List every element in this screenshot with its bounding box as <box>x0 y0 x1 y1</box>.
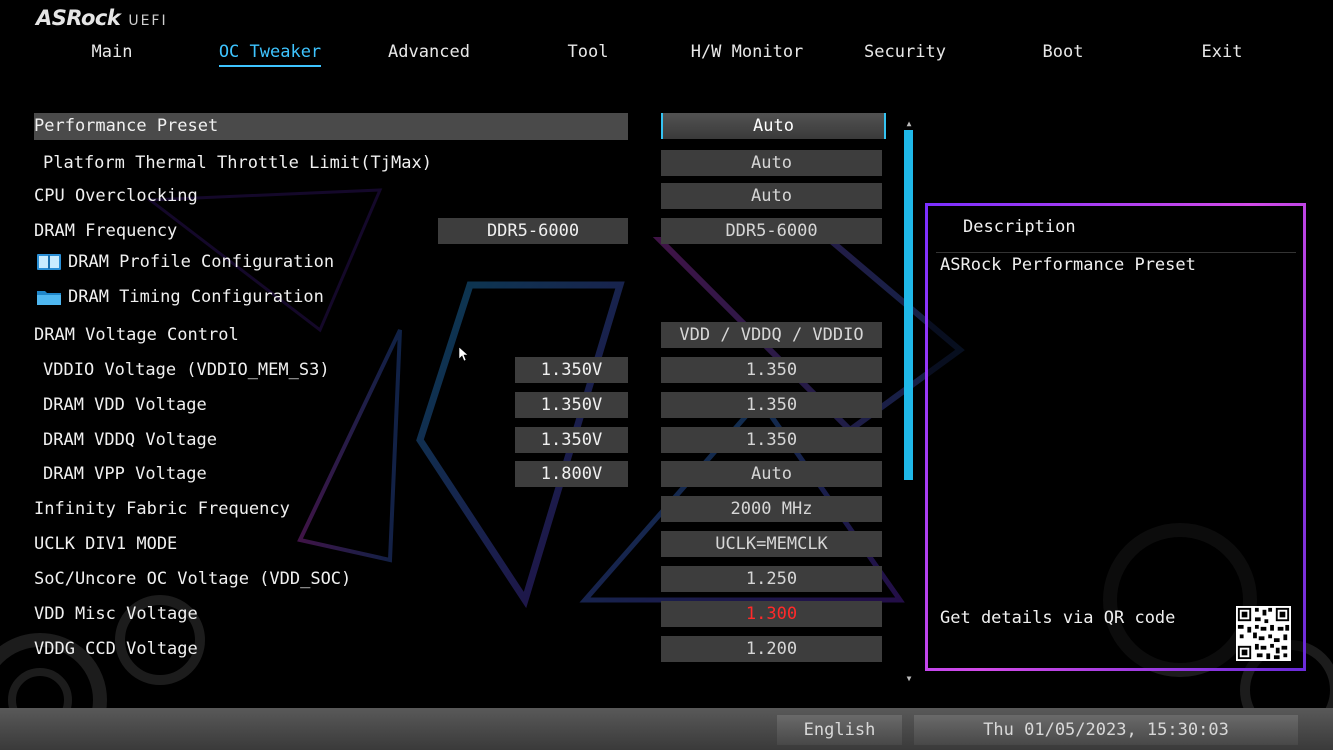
thermal-throttle-limit-value[interactable]: Auto <box>661 150 882 176</box>
dram-vdd-value[interactable]: 1.350 <box>661 392 882 418</box>
dram-vpp-value[interactable]: Auto <box>661 461 882 487</box>
submenu-label: DRAM Timing Configuration <box>68 287 324 307</box>
top-nav: Main OC Tweaker Advanced Tool H/W Monito… <box>0 42 1333 68</box>
setting-cpu-overclocking[interactable]: CPU Overclocking Auto <box>34 183 884 213</box>
mouse-cursor-icon <box>459 347 469 362</box>
setting-label: DRAM Voltage Control <box>34 325 239 345</box>
tab-security[interactable]: Security <box>826 42 984 62</box>
setting-soc-voltage[interactable]: SoC/Uncore OC Voltage (VDD_SOC) 1.250 <box>34 566 884 596</box>
setting-label: Performance Preset <box>34 116 219 136</box>
submenu-dram-timing-configuration[interactable]: DRAM Timing Configuration <box>36 283 324 311</box>
tab-main[interactable]: Main <box>33 42 191 62</box>
setting-label: Platform Thermal Throttle Limit(TjMax) <box>43 153 432 173</box>
book-icon <box>37 254 61 270</box>
infinity-fabric-frequency-value[interactable]: 2000 MHz <box>661 496 882 522</box>
cpu-overclocking-value[interactable]: Auto <box>661 183 882 209</box>
setting-dram-vdd-voltage[interactable]: DRAM VDD Voltage 1.350V 1.350 <box>34 392 884 422</box>
dram-vddq-value[interactable]: 1.350 <box>661 427 882 453</box>
dram-vpp-current: 1.800V <box>515 461 628 487</box>
language-button[interactable]: English <box>777 715 902 745</box>
setting-vddg-ccd-voltage[interactable]: VDDG CCD Voltage 1.200 <box>34 636 884 666</box>
tab-advanced[interactable]: Advanced <box>350 42 508 62</box>
tab-exit[interactable]: Exit <box>1143 42 1301 62</box>
qr-code-caption: Get details via QR code <box>940 608 1176 628</box>
setting-thermal-throttle-limit[interactable]: Platform Thermal Throttle Limit(TjMax) A… <box>34 150 884 180</box>
uclk-div1-mode-value[interactable]: UCLK=MEMCLK <box>661 531 882 557</box>
qr-code-icon <box>1236 606 1291 661</box>
tab-hw-monitor[interactable]: H/W Monitor <box>668 42 826 62</box>
vddio-voltage-value[interactable]: 1.350 <box>661 357 882 383</box>
dram-frequency-current: DDR5-6000 <box>438 218 628 244</box>
tab-boot[interactable]: Boot <box>984 42 1142 62</box>
description-divider <box>936 252 1296 253</box>
footer-bar: English Thu 01/05/2023, 15:30:03 <box>0 708 1333 750</box>
setting-uclk-div1-mode[interactable]: UCLK DIV1 MODE UCLK=MEMCLK <box>34 531 884 561</box>
scroll-down-arrow-icon[interactable]: ▼ <box>903 674 915 684</box>
folder-icon <box>37 291 61 305</box>
tab-tool[interactable]: Tool <box>509 42 667 62</box>
scrollbar-thumb[interactable] <box>904 130 913 480</box>
asrock-logo: ASRock UEFI <box>36 6 168 30</box>
logo-brand: ASRock <box>36 6 121 30</box>
setting-label: VDDIO Voltage (VDDIO_MEM_S3) <box>43 360 330 380</box>
scroll-up-arrow-icon[interactable]: ▲ <box>903 119 915 129</box>
setting-label: UCLK DIV1 MODE <box>34 534 178 554</box>
dram-vddq-current: 1.350V <box>515 427 628 453</box>
scrollbar[interactable]: ▲ ▼ <box>903 119 915 684</box>
setting-dram-vpp-voltage[interactable]: DRAM VPP Voltage 1.800V Auto <box>34 461 884 491</box>
setting-label: DRAM VDDQ Voltage <box>43 430 217 450</box>
description-text: ASRock Performance Preset <box>940 255 1196 275</box>
setting-label: SoC/Uncore OC Voltage (VDD_SOC) <box>34 569 352 589</box>
description-panel: Description ASRock Performance Preset Ge… <box>925 203 1306 671</box>
vdd-misc-voltage-value[interactable]: 1.300 <box>661 601 882 627</box>
setting-dram-vddq-voltage[interactable]: DRAM VDDQ Voltage 1.350V 1.350 <box>34 427 884 457</box>
setting-label: VDDG CCD Voltage <box>34 639 198 659</box>
setting-label: DRAM Frequency <box>34 221 178 241</box>
setting-dram-frequency[interactable]: DRAM Frequency DDR5-6000 DDR5-6000 <box>34 218 884 248</box>
setting-label: VDD Misc Voltage <box>34 604 198 624</box>
submenu-dram-profile-configuration[interactable]: DRAM Profile Configuration <box>36 248 334 276</box>
submenu-label: DRAM Profile Configuration <box>68 252 335 272</box>
performance-preset-value[interactable]: Auto <box>661 113 886 139</box>
setting-vdd-misc-voltage[interactable]: VDD Misc Voltage 1.300 <box>34 601 884 631</box>
setting-label: Infinity Fabric Frequency <box>34 499 290 519</box>
setting-performance-preset[interactable]: Performance Preset Auto <box>34 113 886 143</box>
vddio-voltage-current: 1.350V <box>515 357 628 383</box>
dram-voltage-control-value[interactable]: VDD / VDDQ / VDDIO <box>661 322 882 348</box>
setting-label: DRAM VDD Voltage <box>43 395 207 415</box>
description-title: Description <box>963 217 1076 237</box>
soc-voltage-value[interactable]: 1.250 <box>661 566 882 592</box>
dram-vdd-current: 1.350V <box>515 392 628 418</box>
date-time-display: Thu 01/05/2023, 15:30:03 <box>914 715 1298 745</box>
setting-label: DRAM VPP Voltage <box>43 464 207 484</box>
dram-frequency-value[interactable]: DDR5-6000 <box>661 218 882 244</box>
setting-label: CPU Overclocking <box>34 186 198 206</box>
setting-infinity-fabric-frequency[interactable]: Infinity Fabric Frequency 2000 MHz <box>34 496 884 526</box>
logo-uefi: UEFI <box>128 13 168 29</box>
tab-oc-tweaker[interactable]: OC Tweaker <box>191 42 349 67</box>
vddg-ccd-voltage-value[interactable]: 1.200 <box>661 636 882 662</box>
